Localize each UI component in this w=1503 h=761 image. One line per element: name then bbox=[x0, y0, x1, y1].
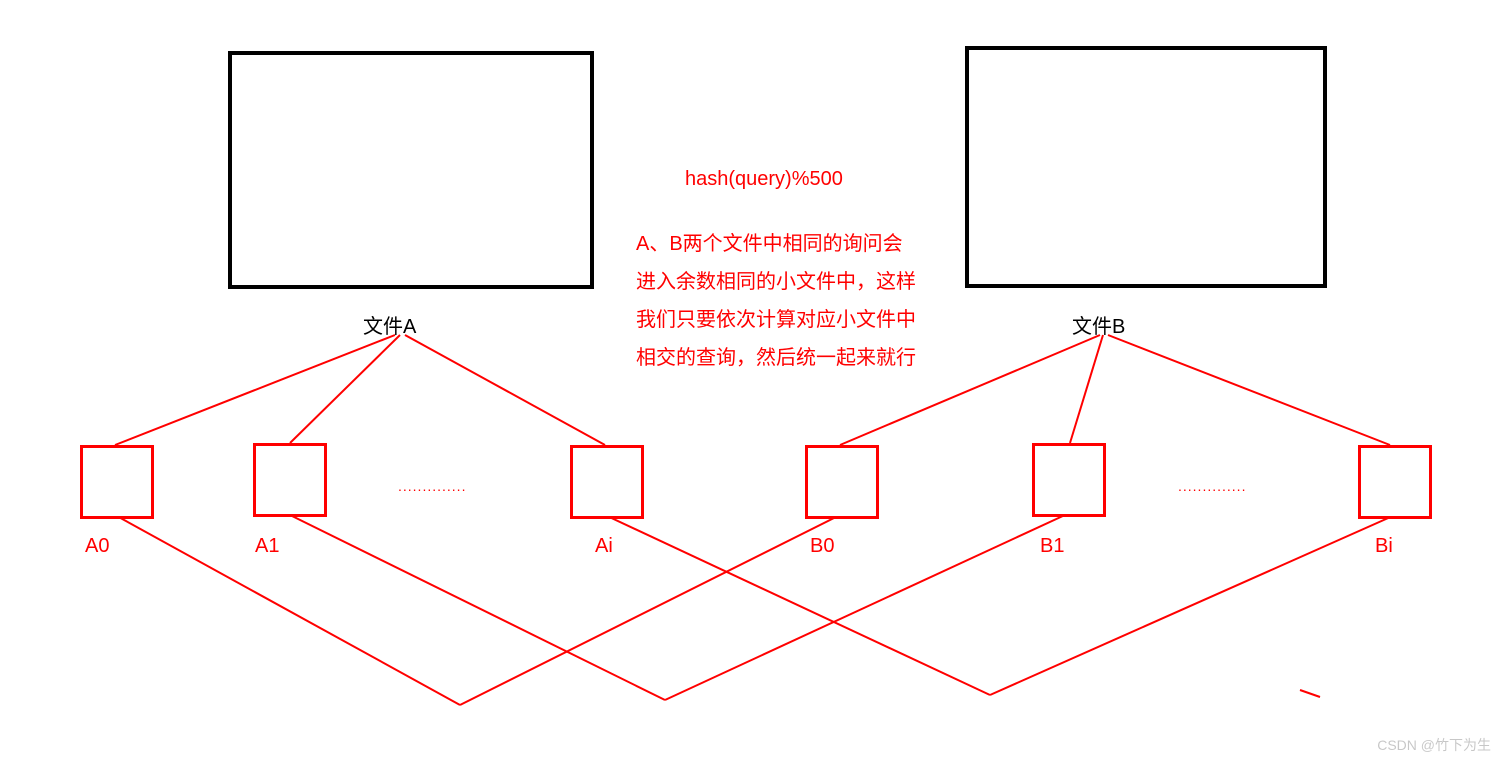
subfile-a0-box bbox=[80, 445, 154, 519]
hash-formula: hash(query)%500 bbox=[685, 160, 843, 198]
watermark: CSDN @竹下为生 bbox=[1377, 735, 1491, 755]
ellipsis-a: .............. bbox=[398, 478, 466, 494]
subfile-bi-box bbox=[1358, 445, 1432, 519]
explanation-text: A、B两个文件中相同的询问会 进入余数相同的小文件中，这样 我们只要依次计算对应… bbox=[636, 225, 916, 377]
subfile-a0-label: A0 bbox=[85, 535, 109, 558]
file-b-box bbox=[965, 46, 1327, 288]
ellipsis-b: .............. bbox=[1178, 478, 1246, 494]
file-a-box bbox=[228, 51, 594, 289]
subfile-b1-label: B1 bbox=[1040, 535, 1064, 558]
subfile-bi-label: Bi bbox=[1375, 535, 1393, 558]
subfile-b1-box bbox=[1032, 443, 1106, 517]
subfile-ai-box bbox=[570, 445, 644, 519]
subfile-a1-box bbox=[253, 443, 327, 517]
subfile-a1-label: A1 bbox=[255, 535, 279, 558]
file-a-label: 文件A bbox=[363, 310, 416, 339]
subfile-b0-box bbox=[805, 445, 879, 519]
subfile-ai-label: Ai bbox=[595, 535, 613, 558]
file-b-label: 文件B bbox=[1072, 310, 1125, 339]
subfile-b0-label: B0 bbox=[810, 535, 834, 558]
